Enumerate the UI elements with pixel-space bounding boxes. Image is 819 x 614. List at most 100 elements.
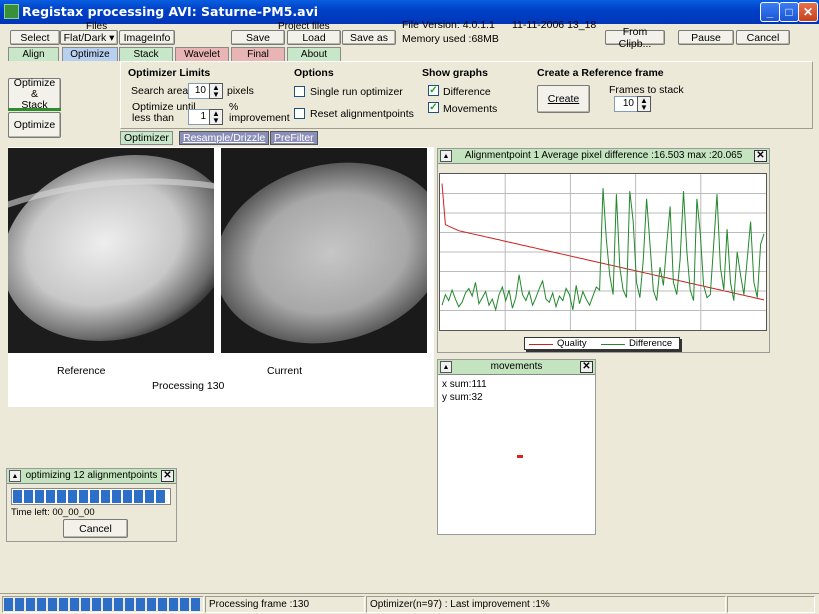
difference-chart [440, 174, 766, 330]
flatdark-button[interactable]: Flat/Dark ▾ [60, 30, 118, 45]
subtab-resample-drizzle[interactable]: Resample/Drizzle [179, 131, 270, 145]
file-date: 11-11-2006 13_18 [512, 19, 597, 31]
reference-image [8, 148, 214, 353]
current-label: Current [267, 365, 303, 377]
save-button[interactable]: Save [231, 30, 285, 45]
progress-window-collapse-icon[interactable]: ▲ [9, 470, 21, 482]
tab-align[interactable]: Align [8, 47, 59, 61]
frames-to-stack-stepper[interactable]: ▲ ▼ [637, 96, 651, 112]
progress-segment [79, 490, 88, 503]
optimize-until-label: Optimize until less than [132, 101, 196, 124]
movements-window-header: movements [438, 360, 595, 375]
graph-window-collapse-icon[interactable]: ▲ [440, 150, 452, 162]
movement-marker [517, 455, 523, 458]
reference-label: Reference [57, 365, 106, 377]
movements-window-collapse-icon[interactable]: ▲ [440, 361, 452, 373]
progress-segment [156, 490, 165, 503]
imageinfo-button[interactable]: ImageInfo [119, 30, 175, 45]
search-area-label: Search area [131, 85, 189, 97]
progress-segment [24, 490, 33, 503]
optimize-button[interactable]: Optimize [8, 112, 61, 138]
movements-y-sum: y sum:32 [442, 392, 483, 403]
select-button[interactable]: Select [10, 30, 60, 45]
reference-frame-heading: Create a Reference frame [537, 67, 664, 79]
optimizing-progress-bar [11, 488, 171, 505]
tab-wavelet[interactable]: Wavelet [175, 47, 229, 61]
maximize-button[interactable]: □ [779, 2, 799, 22]
subtab-prefilter[interactable]: PreFilter [270, 131, 318, 145]
series-line-difference [441, 188, 765, 312]
processing-label: Processing 130 [152, 380, 225, 392]
progress-segment [191, 598, 200, 611]
optimize-stack-button[interactable]: Optimize & Stack [8, 77, 61, 110]
progress-segment [26, 598, 35, 611]
graph-window-close-icon[interactable]: ✕ [754, 150, 767, 162]
movements-checkbox[interactable]: ✓ [428, 102, 439, 113]
single-run-label: Single run optimizer [310, 86, 403, 98]
legend-quality-swatch [529, 344, 553, 345]
tab-about[interactable]: About [287, 47, 341, 61]
pause-button[interactable]: Pause [678, 30, 734, 45]
progress-segment [114, 598, 123, 611]
search-area-input[interactable]: 10 [188, 83, 210, 99]
progress-segment [180, 598, 189, 611]
progress-segment [90, 490, 99, 503]
progress-segment [112, 490, 121, 503]
movements-window: movements ▲ ✕ x sum:111 y sum:32 [437, 359, 596, 535]
progress-segment [103, 598, 112, 611]
progress-segment [145, 490, 154, 503]
load-button[interactable]: Load [287, 30, 341, 45]
tab-stack[interactable]: Stack [119, 47, 173, 61]
minimize-button[interactable]: _ [760, 2, 780, 22]
memory-used: Memory used :68MB [402, 33, 499, 45]
movements-window-close-icon[interactable]: ✕ [580, 361, 593, 373]
progress-window: optimizing 12 alignmentpoints ▲ ✕ Time l… [6, 468, 177, 542]
file-version: File Version: 4.0.1.1 [402, 19, 495, 31]
status-processing-frame: Processing frame :130 [205, 596, 365, 613]
optimize-until-input[interactable]: 1 [188, 109, 210, 125]
frames-to-stack-input[interactable]: 10 [614, 96, 638, 112]
progress-segment [81, 598, 90, 611]
frames-to-stack-label: Frames to stack [609, 84, 684, 96]
tab-optimize[interactable]: Optimize [62, 47, 118, 61]
progress-window-header: optimizing 12 alignmentpoints [7, 469, 176, 484]
movements-window-title: movements [490, 361, 543, 372]
from-clipboard-button[interactable]: From Clipb... [605, 26, 665, 50]
single-run-checkbox[interactable] [294, 86, 305, 97]
status-extra [727, 596, 815, 613]
options-heading: Options [294, 67, 334, 79]
subtab-optimizer[interactable]: Optimizer [120, 131, 173, 145]
progress-segment [125, 598, 134, 611]
pixels-label: pixels [227, 85, 254, 97]
graph-window-title: Alignmentpoint 1 Average pixel differenc… [464, 150, 743, 161]
difference-checkbox[interactable]: ✓ [428, 85, 439, 96]
status-bar: Processing frame :130 Optimizer(n=97) : … [0, 593, 819, 614]
progress-window-close-icon[interactable]: ✕ [161, 470, 174, 482]
saveas-button[interactable]: Save as [342, 30, 396, 45]
progress-segment [13, 490, 22, 503]
graph-legend: Quality Difference [524, 337, 680, 350]
progress-segment [46, 490, 55, 503]
progress-cancel-button[interactable]: Cancel [63, 519, 128, 538]
status-optimizer: Optimizer(n=97) : Last improvement :1% [366, 596, 726, 613]
progress-segment [70, 598, 79, 611]
optimize-until-stepper[interactable]: ▲ ▼ [209, 109, 223, 125]
cancel-button[interactable]: Cancel [736, 30, 790, 45]
status-progress-bar [2, 596, 204, 613]
progress-segment [57, 490, 66, 503]
progress-segment [59, 598, 68, 611]
progress-segment [136, 598, 145, 611]
progress-segment [92, 598, 101, 611]
reset-alignmentpoints-checkbox[interactable] [294, 108, 305, 119]
tab-final[interactable]: Final [231, 47, 285, 61]
time-left-label: Time left: 00_00_00 [11, 507, 95, 518]
progress-segment [158, 598, 167, 611]
legend-quality-label: Quality [557, 338, 587, 349]
close-button[interactable]: ✕ [798, 2, 818, 22]
difference-label: Difference [443, 86, 491, 98]
progress-segment [4, 598, 13, 611]
search-area-stepper[interactable]: ▲ ▼ [209, 83, 223, 99]
app-icon [4, 4, 19, 19]
window-title: Registax processing AVI: Saturne-PM5.avi [22, 4, 319, 19]
create-button[interactable]: Create [537, 85, 590, 113]
